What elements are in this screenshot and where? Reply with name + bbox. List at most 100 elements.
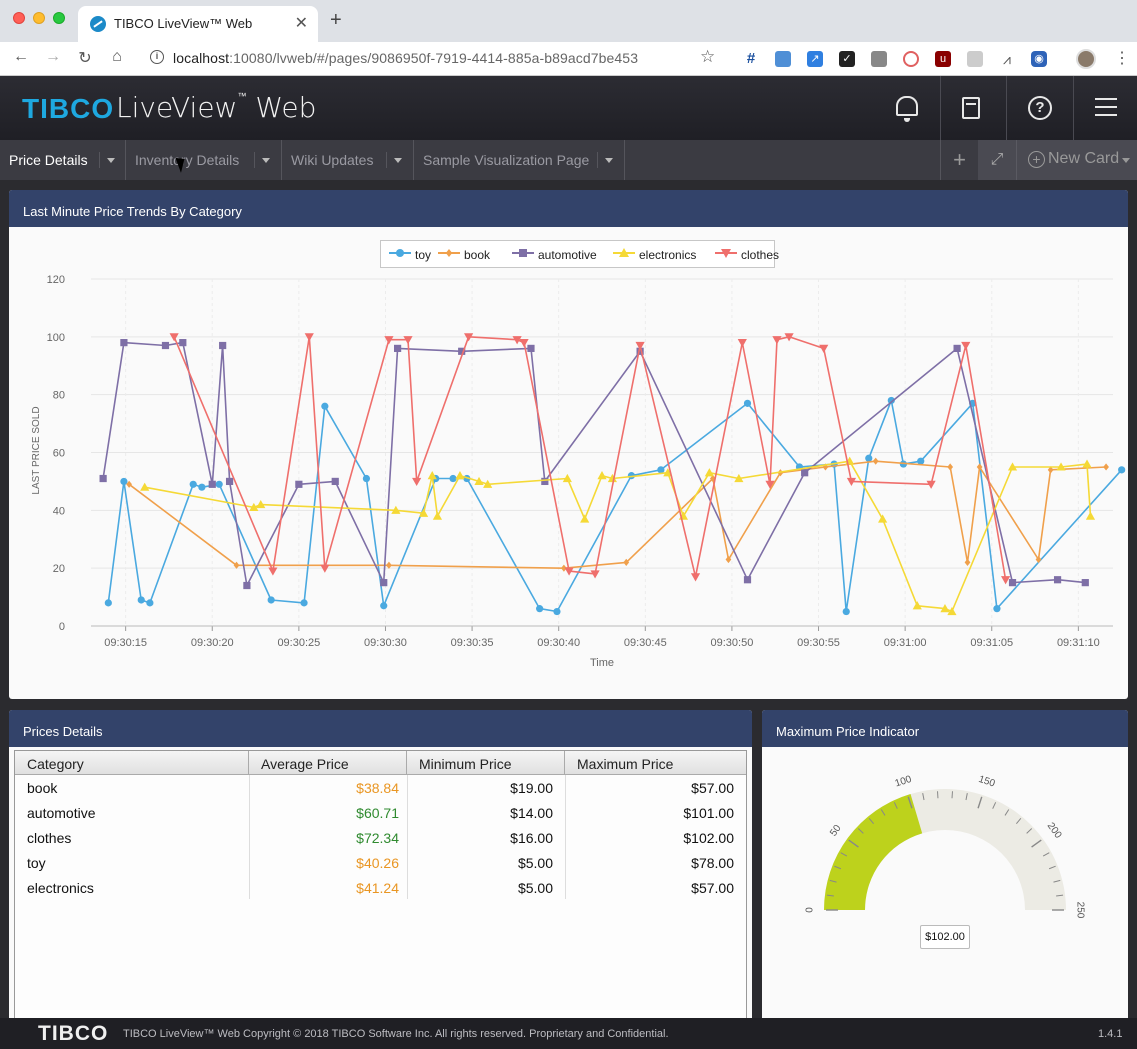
- window-maximize-button[interactable]: [53, 12, 65, 24]
- data-point[interactable]: [878, 514, 888, 523]
- data-point[interactable]: [161, 341, 170, 350]
- data-point[interactable]: [590, 570, 600, 579]
- window-close-button[interactable]: [13, 12, 25, 24]
- data-point[interactable]: [1008, 579, 1017, 587]
- data-point[interactable]: [179, 339, 187, 347]
- data-point[interactable]: [917, 457, 925, 465]
- data-point[interactable]: [527, 344, 535, 352]
- data-point[interactable]: [412, 477, 422, 487]
- data-point[interactable]: [169, 333, 179, 342]
- tab-inventory-details[interactable]: Inventory Details: [126, 140, 282, 180]
- data-point[interactable]: [1053, 576, 1062, 584]
- data-point[interactable]: [541, 477, 549, 486]
- data-point[interactable]: [519, 339, 529, 348]
- data-point[interactable]: [964, 558, 971, 566]
- notebook-icon[interactable]: [962, 97, 980, 119]
- data-point[interactable]: [267, 596, 275, 604]
- data-point[interactable]: [295, 480, 303, 488]
- table-row[interactable]: automotive $60.71 $14.00 $101.00: [15, 801, 746, 826]
- data-point[interactable]: [225, 477, 234, 486]
- data-point[interactable]: [842, 607, 850, 616]
- reload-icon[interactable]: ↻: [75, 48, 95, 68]
- data-point[interactable]: [219, 341, 227, 350]
- data-point[interactable]: [1085, 511, 1096, 520]
- data-point[interactable]: [268, 567, 278, 576]
- data-point[interactable]: [198, 483, 206, 491]
- profile-avatar[interactable]: [1076, 49, 1096, 69]
- data-point[interactable]: [1081, 579, 1089, 587]
- fullscreen-icon[interactable]: ⤢: [978, 140, 1016, 180]
- data-point[interactable]: [394, 344, 402, 352]
- data-point[interactable]: [872, 457, 879, 465]
- pulse-extension-icon[interactable]: ⩘: [999, 51, 1015, 67]
- column-header-category[interactable]: Category: [15, 751, 249, 775]
- add-page-button[interactable]: +: [940, 140, 978, 180]
- data-point[interactable]: [772, 336, 782, 345]
- column-header-minimum[interactable]: Minimum Price: [407, 751, 565, 775]
- data-point[interactable]: [1001, 576, 1011, 585]
- data-point[interactable]: [743, 576, 752, 584]
- data-point[interactable]: [580, 514, 590, 523]
- browser-menu-icon[interactable]: ⋮: [1114, 48, 1130, 68]
- column-header-average[interactable]: Average Price: [249, 751, 407, 775]
- tab-menu-caret-icon[interactable]: [386, 152, 408, 168]
- data-point[interactable]: [449, 474, 457, 483]
- data-point[interactable]: [953, 344, 961, 352]
- site-info-icon[interactable]: i: [150, 50, 164, 64]
- tab-wiki-updates[interactable]: Wiki Updates: [282, 140, 414, 180]
- data-point[interactable]: [536, 605, 544, 613]
- data-point[interactable]: [362, 474, 371, 483]
- bell-icon[interactable]: [896, 96, 918, 122]
- data-point[interactable]: [704, 468, 714, 477]
- data-point[interactable]: [380, 579, 388, 587]
- tab-price-details[interactable]: Price Details: [0, 140, 126, 180]
- data-point[interactable]: [1082, 459, 1092, 468]
- data-point[interactable]: [189, 480, 197, 488]
- image-extension-icon[interactable]: [871, 51, 887, 67]
- reader-extension-icon[interactable]: [967, 51, 983, 67]
- window-minimize-button[interactable]: [33, 12, 45, 24]
- data-point[interactable]: [331, 477, 339, 486]
- tab-close-icon[interactable]: ✕: [295, 13, 308, 33]
- data-point[interactable]: [137, 596, 145, 604]
- home-icon[interactable]: ⌂: [107, 48, 127, 66]
- link-extension-icon[interactable]: ↗: [807, 51, 823, 67]
- record-extension-icon[interactable]: [903, 51, 919, 67]
- column-header-maximum[interactable]: Maximum Price: [565, 751, 746, 775]
- data-point[interactable]: [961, 341, 971, 351]
- data-point[interactable]: [1118, 466, 1126, 474]
- data-point[interactable]: [690, 573, 701, 582]
- data-point[interactable]: [432, 511, 443, 520]
- new-card-button[interactable]: + New Card: [1016, 140, 1137, 180]
- browser-tab[interactable]: TIBCO LiveView™ Web ✕: [78, 6, 318, 42]
- table-row[interactable]: book $38.84 $19.00 $57.00: [15, 776, 746, 801]
- tab-menu-caret-icon[interactable]: [597, 152, 619, 168]
- back-icon[interactable]: ←: [11, 48, 31, 66]
- data-point[interactable]: [146, 599, 154, 607]
- data-point[interactable]: [99, 474, 107, 483]
- data-point[interactable]: [993, 605, 1001, 613]
- ublock-extension-icon[interactable]: u: [935, 51, 951, 67]
- hashtag-extension-icon[interactable]: #: [743, 51, 759, 67]
- data-point[interactable]: [208, 480, 216, 488]
- bookmark-star-icon[interactable]: ☆: [700, 47, 715, 67]
- data-point[interactable]: [743, 399, 752, 407]
- data-point[interactable]: [947, 463, 954, 471]
- data-point[interactable]: [321, 402, 329, 410]
- data-point[interactable]: [912, 601, 922, 610]
- new-tab-button[interactable]: +: [330, 9, 342, 32]
- tab-menu-caret-icon[interactable]: [99, 152, 121, 168]
- tab-sample-visualization[interactable]: Sample Visualization Page: [414, 140, 625, 180]
- data-point[interactable]: [801, 469, 809, 477]
- data-point[interactable]: [865, 454, 873, 462]
- translate-extension-icon[interactable]: [775, 51, 791, 67]
- settings-extension-icon[interactable]: ◉: [1031, 51, 1047, 67]
- data-point[interactable]: [140, 482, 150, 491]
- data-point[interactable]: [300, 599, 308, 607]
- data-point[interactable]: [819, 344, 829, 353]
- data-point[interactable]: [120, 477, 128, 486]
- data-point[interactable]: [304, 333, 314, 342]
- check-extension-icon[interactable]: ✓: [839, 51, 855, 67]
- data-point[interactable]: [215, 480, 223, 488]
- data-point[interactable]: [120, 339, 128, 347]
